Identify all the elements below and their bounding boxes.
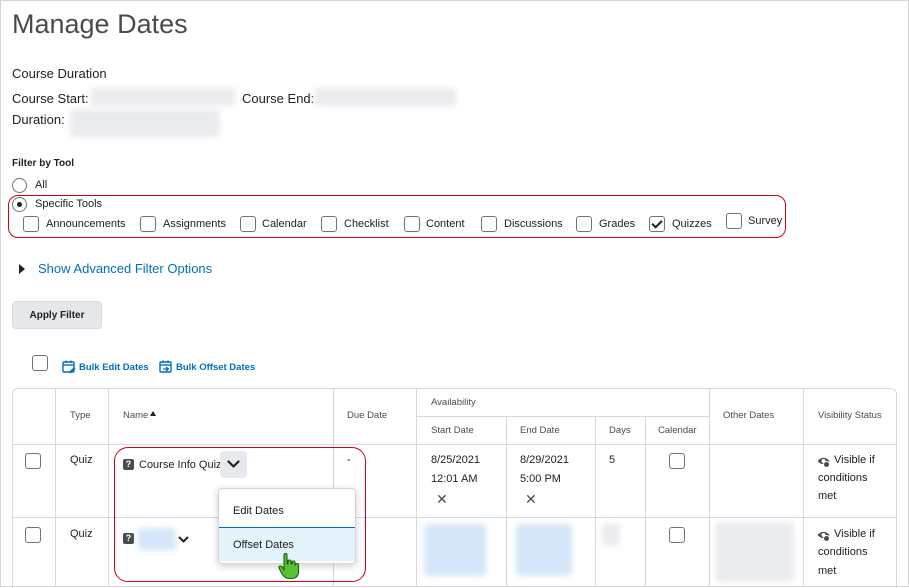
course-start-value-redacted: [90, 88, 235, 106]
row-1-start-time[interactable]: 12:01 AM: [431, 470, 477, 488]
header-start-date: Start Date: [431, 425, 474, 436]
header-name[interactable]: Name: [123, 410, 148, 421]
checkbox-checklist-label: Checklist: [344, 218, 389, 230]
row-1-clear-start-icon[interactable]: ✕: [436, 491, 448, 508]
row-2-checkbox[interactable]: [25, 527, 41, 543]
course-end-label: Course End:: [242, 91, 315, 106]
sort-ascending-icon[interactable]: [150, 411, 156, 416]
course-end-value-redacted: [314, 88, 456, 106]
row-2-type: Quiz: [70, 528, 93, 540]
checkbox-announcements-label: Announcements: [46, 218, 126, 230]
row-1-days: 5: [609, 454, 616, 466]
checkbox-survey-label: Survey: [748, 215, 783, 227]
visibility-conditional-icon: [817, 531, 830, 542]
checkbox-grades[interactable]: [576, 216, 592, 232]
row-1-calendar-checkbox[interactable]: [669, 453, 685, 469]
visibility-conditional-icon: [817, 457, 830, 468]
row-1-visibility-line3: met: [818, 490, 837, 502]
highlight-name-menu: [114, 447, 366, 582]
row-2-visibility-line1: Visible if: [834, 528, 875, 540]
row-1-end-date[interactable]: 8/29/2021: [520, 451, 569, 469]
row-1-end-time[interactable]: 5:00 PM: [520, 470, 561, 488]
hand-cursor-icon: [278, 553, 300, 580]
col-divider: [55, 389, 56, 587]
filter-heading: Filter by Tool: [12, 158, 75, 169]
row-1-checkbox[interactable]: [25, 453, 41, 469]
radio-all-label: All: [35, 179, 48, 191]
bulk-offset-dates-link[interactable]: Bulk Offset Dates: [176, 362, 255, 373]
checkbox-assignments-label: Assignments: [163, 218, 226, 230]
col-divider: [595, 416, 596, 587]
row-1-start-date[interactable]: 8/25/2021: [431, 451, 480, 469]
show-advanced-filter-link[interactable]: Show Advanced Filter Options: [38, 261, 212, 276]
triangle-right-icon: [19, 264, 25, 274]
duration-label: Duration:: [12, 112, 65, 127]
row-2-calendar-checkbox[interactable]: [669, 527, 685, 543]
header-due-date: Due Date: [347, 410, 388, 421]
course-start-label: Course Start:: [12, 91, 89, 106]
row-1-clear-end-icon[interactable]: ✕: [525, 491, 537, 508]
row-2-end-redacted: [516, 524, 572, 576]
checkbox-quizzes-label: Quizzes: [672, 218, 712, 230]
row-1-visibility-line1: Visible if: [834, 454, 875, 466]
row-2-visibility-line3: met: [818, 565, 837, 577]
header-end-date: End Date: [520, 425, 560, 436]
select-all-checkbox[interactable]: [32, 355, 48, 371]
page-title: Manage Dates: [12, 9, 188, 39]
highlight-specific-tools: [8, 195, 786, 238]
header-visibility-status: Visibility Status: [818, 410, 882, 421]
row-1-visibility-line2: conditions: [818, 472, 868, 484]
calendar-edit-icon: [62, 360, 76, 374]
calendar-offset-icon: [159, 360, 172, 373]
col-divider: [709, 389, 710, 587]
col-divider: [645, 416, 646, 587]
header-other-dates: Other Dates: [723, 410, 775, 421]
checkbox-calendar[interactable]: [240, 216, 256, 232]
col-divider: [803, 389, 804, 587]
row-2-other-dates-redacted: [716, 522, 794, 582]
row-2-visibility-line2: conditions: [818, 546, 868, 558]
row-2-start-redacted: [424, 524, 486, 576]
bulk-edit-dates-link[interactable]: Bulk Edit Dates: [79, 362, 149, 373]
checkbox-discussions-label: Discussions: [504, 218, 563, 230]
checkbox-checklist[interactable]: [321, 216, 337, 232]
header-calendar: Calendar: [658, 425, 697, 436]
course-duration-heading: Course Duration: [12, 66, 107, 81]
checkbox-announcements[interactable]: [23, 216, 39, 232]
header-days: Days: [609, 425, 631, 436]
checkbox-survey[interactable]: [726, 213, 742, 229]
col-divider: [506, 416, 507, 587]
checkbox-calendar-label: Calendar: [262, 218, 307, 230]
col-divider: [108, 389, 109, 587]
checkbox-grades-label: Grades: [599, 218, 636, 230]
row-1-type: Quiz: [70, 454, 93, 466]
table-header-divider: [12, 444, 897, 445]
checkbox-content[interactable]: [404, 216, 420, 232]
checkbox-discussions[interactable]: [481, 216, 497, 232]
checkbox-content-label: Content: [426, 218, 465, 230]
col-divider: [416, 389, 417, 587]
checkbox-assignments[interactable]: [140, 216, 156, 232]
header-type: Type: [70, 410, 91, 421]
apply-filter-button[interactable]: Apply Filter: [12, 301, 102, 329]
row-2-days-redacted: [602, 524, 620, 546]
duration-value-redacted: [70, 109, 220, 137]
availability-subheader-divider: [417, 416, 709, 417]
checkbox-quizzes[interactable]: [649, 216, 665, 232]
header-availability: Availability: [431, 397, 476, 408]
radio-all[interactable]: [12, 178, 27, 193]
